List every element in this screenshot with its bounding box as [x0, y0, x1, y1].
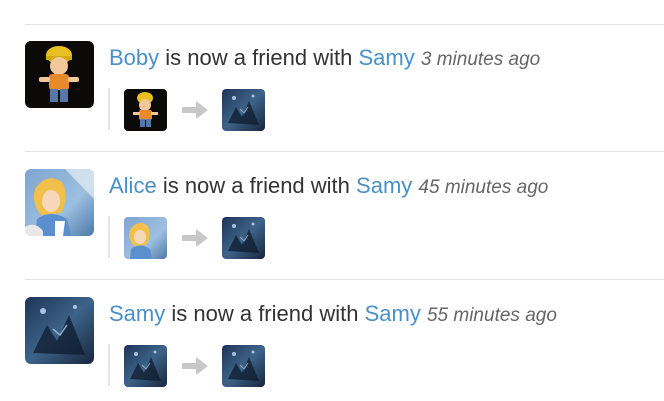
activity-item: Alice is now a friend with Samy 45 minut… — [25, 153, 664, 280]
target-thumbnail[interactable] — [222, 345, 265, 387]
actor-link[interactable]: Samy — [109, 301, 165, 326]
target-thumbnail[interactable] — [222, 89, 265, 131]
activity-attachment — [108, 88, 265, 131]
timestamp: 55 minutes ago — [426, 305, 557, 326]
arrow-right-icon — [180, 354, 210, 378]
actor-thumbnail[interactable] — [124, 217, 167, 259]
actor-avatar[interactable] — [25, 41, 94, 108]
activity-verb: is now a friend with — [162, 173, 350, 198]
activity-text: Boby is now a friend with Samy 3 minutes… — [109, 45, 540, 73]
target-thumbnail[interactable] — [222, 217, 265, 259]
dark-blue-night-scene-icon — [124, 345, 167, 387]
bob-builder-toy-icon — [124, 89, 167, 131]
target-link[interactable]: Samy — [359, 45, 415, 70]
timestamp: 3 minutes ago — [420, 49, 541, 70]
dark-blue-night-scene-icon — [222, 345, 265, 387]
dark-blue-night-scene-icon — [25, 297, 94, 364]
target-link[interactable]: Samy — [365, 301, 421, 326]
actor-link[interactable]: Boby — [109, 45, 159, 70]
actor-link[interactable]: Alice — [109, 173, 157, 198]
actor-thumbnail[interactable] — [124, 345, 167, 387]
arrow-right-icon — [180, 98, 210, 122]
alice-cartoon-icon — [124, 217, 167, 259]
dark-blue-night-scene-icon — [222, 89, 265, 131]
alice-cartoon-icon — [25, 169, 94, 236]
arrow-right-icon — [180, 226, 210, 250]
activity-attachment — [108, 344, 265, 387]
actor-thumbnail[interactable] — [124, 89, 167, 131]
item-divider — [25, 151, 664, 152]
activity-text: Alice is now a friend with Samy 45 minut… — [109, 173, 548, 201]
activity-verb: is now a friend with — [165, 45, 353, 70]
activity-item: Boby is now a friend with Samy 3 minutes… — [25, 25, 664, 152]
activity-verb: is now a friend with — [171, 301, 359, 326]
target-link[interactable]: Samy — [356, 173, 412, 198]
timestamp: 45 minutes ago — [418, 177, 549, 198]
actor-avatar[interactable] — [25, 297, 94, 364]
activity-item: Samy is now a friend with Samy 55 minute… — [25, 281, 664, 401]
activity-text: Samy is now a friend with Samy 55 minute… — [109, 301, 557, 329]
activity-feed: Boby is now a friend with Samy 3 minutes… — [0, 0, 664, 401]
bob-builder-toy-icon — [25, 41, 94, 108]
activity-attachment — [108, 216, 265, 259]
actor-avatar[interactable] — [25, 169, 94, 236]
dark-blue-night-scene-icon — [222, 217, 265, 259]
item-divider — [25, 279, 664, 280]
